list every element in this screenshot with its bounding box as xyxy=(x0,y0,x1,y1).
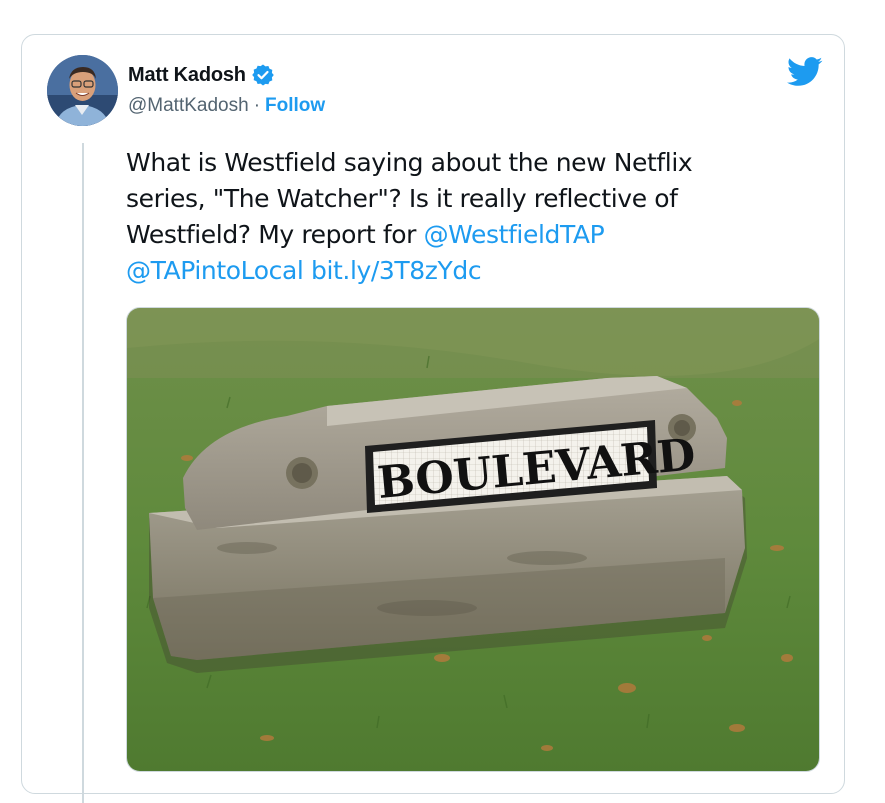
avatar-image xyxy=(47,55,118,126)
tweet-text-line: series, "The Watcher"? Is it really refl… xyxy=(126,184,678,213)
thread-line xyxy=(82,143,84,803)
mention-tapintolocal-link[interactable]: @TAPintoLocal xyxy=(126,256,304,285)
author-handle[interactable]: @MattKadosh xyxy=(128,95,249,117)
tweet-text-line: Westfield? My report for xyxy=(126,220,424,249)
shortened-url-link[interactable]: bit.ly/3T8zYdc xyxy=(311,256,482,285)
twitter-bird-icon[interactable] xyxy=(787,57,823,87)
follow-button[interactable]: Follow xyxy=(265,95,325,117)
author-name-row: Matt Kadosh xyxy=(128,63,275,87)
separator-dot: · xyxy=(253,95,261,116)
author-handle-row: @MattKadosh · Follow xyxy=(128,95,325,117)
tweet-card[interactable]: Matt Kadosh @MattKadosh · Follow What is… xyxy=(21,34,845,803)
tweet-photo[interactable]: BOULEVARD xyxy=(126,307,820,772)
tweet-text: What is Westfield saying about the new N… xyxy=(126,145,786,289)
author-name[interactable]: Matt Kadosh xyxy=(128,64,246,87)
verified-badge-icon xyxy=(251,63,275,87)
boulevard-sign-photo: BOULEVARD xyxy=(127,308,819,771)
tweet-text-line: What is Westfield saying about the new N… xyxy=(126,148,693,177)
mention-westfieldtap-link[interactable]: @WestfieldTAP xyxy=(424,220,605,249)
avatar[interactable] xyxy=(47,55,118,126)
